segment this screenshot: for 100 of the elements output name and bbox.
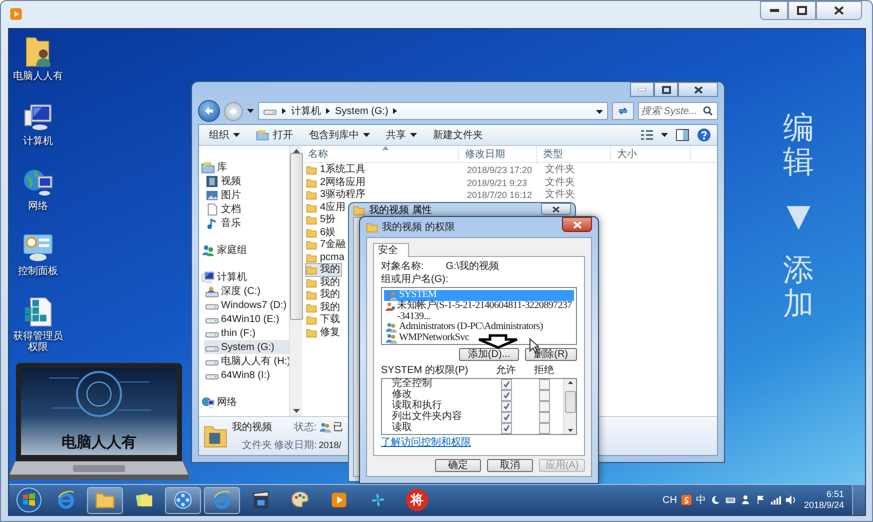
sidebar-item[interactable]: 计算机 — [200, 270, 289, 284]
sidebar-item[interactable]: 音乐 — [204, 216, 289, 230]
sidebar-item[interactable]: 家庭组 — [200, 243, 289, 257]
file-name[interactable]: 下载 — [306, 314, 341, 326]
view-list-icon — [641, 130, 653, 140]
back-button[interactable] — [198, 100, 220, 122]
toolbar-button[interactable]: 组织 — [201, 126, 248, 144]
left-arrow-icon — [204, 106, 214, 116]
cubes-icon — [23, 296, 53, 328]
sidebar-item[interactable]: 文档 — [204, 202, 289, 216]
address-bar[interactable]: 计算机 System (G:) — [258, 102, 608, 120]
close-button[interactable] — [541, 203, 571, 215]
file-name[interactable]: 3驱动程序 — [306, 189, 367, 202]
toolbar-button[interactable]: 共享 — [378, 126, 425, 144]
dialog-button[interactable]: 确定 — [435, 459, 481, 472]
file-name[interactable]: 我的 — [306, 302, 341, 314]
file-name[interactable]: 1系统工具 — [306, 164, 367, 176]
caret-icon — [410, 133, 417, 137]
breadcrumb[interactable]: System (G:) — [335, 106, 388, 116]
sidebar-item[interactable]: 网络 — [200, 395, 289, 409]
checkbox[interactable] — [500, 412, 512, 423]
file-name[interactable]: 4应用 — [306, 202, 347, 214]
close-button[interactable] — [678, 82, 718, 97]
toolbar-button[interactable]: 新建文件夹 — [425, 126, 491, 144]
sidebar-item[interactable]: 64Win10 (E:) — [204, 312, 289, 326]
file-name[interactable]: pcma — [306, 252, 346, 264]
checkbox[interactable] — [538, 379, 550, 390]
checkbox[interactable] — [538, 423, 550, 434]
maximize-button[interactable] — [654, 82, 678, 97]
close-button[interactable] — [816, 1, 862, 20]
play-button-icon — [8, 6, 24, 22]
sidebar-item[interactable]: 64Win8 (I:) — [204, 368, 289, 382]
column-header[interactable]: 修改日期 — [459, 146, 537, 162]
language-indicator[interactable]: CH — [662, 494, 677, 506]
breadcrumb[interactable]: 计算机 — [291, 104, 321, 118]
taskbar-button[interactable] — [204, 486, 240, 514]
add-button[interactable]: 添加(D)... — [458, 348, 520, 361]
sidebar-item[interactable]: Windows7 (D:) — [204, 298, 289, 312]
toolbar-button[interactable]: 打开 — [248, 126, 301, 144]
sidebar-item[interactable]: System (G:) — [204, 340, 289, 354]
user-list-item[interactable]: WMPNetworkSvc — [384, 333, 574, 344]
tab[interactable]: 安全 — [373, 243, 409, 257]
caret-icon — [233, 133, 240, 137]
column-header[interactable]: 类型 — [537, 146, 611, 162]
file-date: 2018/9/23 17:20 — [466, 164, 534, 176]
file-name[interactable]: 我的 — [306, 289, 341, 302]
dialog-title: 我的视频 属性 — [369, 204, 432, 217]
scrollbar[interactable] — [563, 379, 576, 434]
sidebar-item[interactable]: 图片 — [204, 188, 289, 202]
refresh-button[interactable] — [612, 102, 634, 120]
checkbox[interactable] — [538, 390, 550, 401]
user-list-item[interactable]: Administrators (D-PC\Administrators) — [384, 322, 574, 333]
checkbox[interactable] — [538, 401, 550, 412]
people-icon — [385, 322, 397, 333]
field-label: 组或用户名(G): — [381, 274, 450, 285]
sidebar-item[interactable]: thin (F:) — [204, 326, 289, 340]
taskbar-button[interactable] — [165, 486, 201, 514]
file-name[interactable]: 2网络应用 — [306, 176, 367, 189]
remove-button[interactable]: 删除(R) — [525, 348, 577, 361]
details-type: 文件夹 — [241, 438, 272, 452]
caret-icon — [661, 133, 668, 137]
search-field[interactable]: 搜索 Syste... — [638, 102, 718, 120]
checkbox[interactable] — [500, 390, 512, 401]
file-name[interactable]: 6娱 — [306, 226, 337, 239]
person-icon — [385, 301, 396, 312]
checkbox[interactable] — [500, 401, 512, 412]
toolbar-button[interactable]: 包含到库中 — [301, 126, 378, 144]
search-icon — [703, 106, 713, 116]
checkbox[interactable] — [538, 412, 550, 423]
folder-icon — [366, 222, 378, 232]
file-name[interactable]: 我的 — [306, 276, 341, 289]
speaker-icon — [784, 495, 796, 505]
input-mode-indicator[interactable]: 中 — [696, 493, 706, 507]
taskbar-button[interactable] — [87, 486, 123, 514]
laptop-screen-text: 电脑人人有 — [62, 433, 136, 452]
checkbox[interactable] — [500, 423, 512, 434]
user-list-item[interactable]: 未知帐户(S-1-5-21-2140604811-3220897237-34139... — [384, 301, 574, 322]
minimize-button[interactable] — [760, 1, 788, 20]
clock[interactable]: 6:51 2018/9/24 — [804, 489, 844, 511]
scrollbar[interactable] — [289, 146, 302, 416]
file-name[interactable]: 5扮 — [306, 214, 337, 226]
library-folder-icon — [256, 129, 269, 141]
help-link[interactable]: 了解访问控制和权限 — [381, 437, 471, 448]
close-button[interactable] — [562, 217, 592, 232]
sidebar-item[interactable]: 视频 — [204, 174, 289, 188]
file-name[interactable]: 我的 — [306, 264, 341, 276]
drive-with-person-icon — [205, 284, 219, 298]
maximize-button[interactable] — [788, 1, 816, 20]
file-type: 文件夹 — [544, 176, 576, 188]
show-desktop-button[interactable] — [852, 485, 865, 515]
file-name[interactable]: 修复 — [306, 326, 341, 339]
dialog-button[interactable]: 取消 — [487, 459, 533, 472]
checkbox[interactable] — [500, 379, 512, 390]
minimize-icon — [638, 88, 646, 91]
taskbar-button[interactable]: 将 — [399, 486, 435, 514]
sidebar-item[interactable]: 库 — [200, 160, 289, 174]
sidebar-item[interactable]: 深度 (C:) — [204, 284, 289, 298]
file-name[interactable]: 7金融 — [306, 239, 347, 252]
column-header[interactable]: 大小 — [611, 146, 691, 162]
signal-bars-icon — [770, 495, 781, 505]
